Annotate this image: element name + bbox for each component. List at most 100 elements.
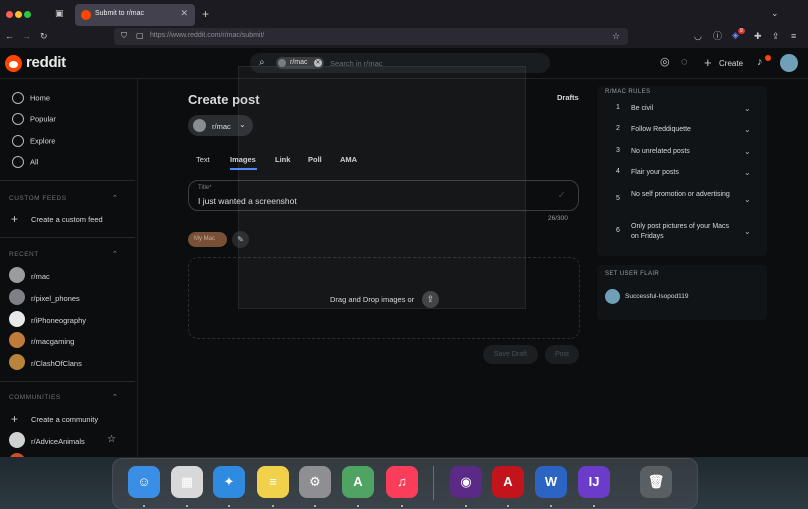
running-indicator	[314, 505, 316, 507]
tab-list-icon[interactable]: ⌄	[771, 9, 779, 18]
recent-item-iphoneography[interactable]: r/iPhoneography	[31, 316, 86, 325]
favorite-star-icon[interactable]: ☆	[107, 434, 116, 445]
music-glyph: ♫	[397, 474, 407, 489]
custom-feeds-header[interactable]: CUSTOM FEEDS ⌃	[9, 195, 118, 202]
firefox-icon[interactable]: ◉	[450, 466, 482, 498]
recent-item-mac[interactable]: r/mac	[31, 272, 50, 281]
sidebar-item-label: All	[30, 157, 39, 167]
maximize-window-button[interactable]	[24, 11, 31, 18]
chevron-down-icon: ⌄	[744, 147, 751, 156]
sidebar-item-explore[interactable]: Explore	[12, 135, 55, 147]
shield-icon[interactable]: ⛉	[121, 32, 127, 40]
running-indicator	[401, 505, 403, 507]
close-tab-icon[interactable]: ✕	[180, 8, 188, 19]
save-draft-button[interactable]: Save Draft	[483, 345, 538, 364]
sidebar-divider	[0, 180, 135, 181]
sidebar-item-popular[interactable]: Popular	[12, 113, 56, 125]
rule-text: No self promotion or advertising	[631, 191, 730, 198]
user-flair-heading: SET USER FLAIR	[605, 271, 660, 277]
community-item-adviceanimals[interactable]: r/AdviceAnimals	[31, 437, 85, 446]
extensions-icon[interactable]: ✚	[754, 32, 762, 41]
character-count: 26/300	[548, 215, 568, 222]
rule-number: 4	[616, 168, 620, 175]
close-window-button[interactable]	[6, 11, 13, 18]
pocket-icon[interactable]: ◡	[694, 32, 702, 41]
music-icon[interactable]: ♫	[386, 466, 418, 498]
new-tab-button[interactable]: +	[202, 8, 209, 20]
tab-overview-icon[interactable]: ▣	[55, 9, 64, 18]
system-settings-icon[interactable]: ⚙	[299, 466, 331, 498]
recent-item-pixel-phones[interactable]: r/pixel_phones	[31, 294, 80, 303]
back-icon[interactable]: ←	[5, 32, 14, 41]
section-title: COMMUNITIES	[9, 394, 61, 401]
intellij-icon[interactable]: IJ	[578, 466, 610, 498]
recent-item-clashofclans[interactable]: r/ClashOfClans	[31, 359, 82, 368]
notifications-icon[interactable]: ♪	[757, 57, 763, 68]
word-icon[interactable]: W	[535, 466, 567, 498]
avatar	[9, 332, 25, 348]
rule-number: 1	[616, 104, 620, 111]
rule-number: 6	[616, 227, 620, 234]
notes-icon[interactable]: ≡	[257, 466, 289, 498]
acrobat-icon[interactable]: A	[492, 466, 524, 498]
rule-text: No unrelated posts	[631, 148, 690, 155]
create-plus-icon[interactable]: +	[704, 56, 712, 69]
lock-icon[interactable]: ▢	[136, 32, 144, 40]
recent-item-macgaming[interactable]: r/macgaming	[31, 337, 74, 346]
reddit-logo-icon[interactable]	[5, 55, 22, 72]
running-indicator	[186, 505, 188, 507]
url-path: /r/mac/submit/	[220, 32, 265, 39]
create-community-link[interactable]: Create a community	[31, 415, 98, 424]
chat-icon[interactable]: ◌	[681, 57, 688, 68]
drafts-button[interactable]: Drafts	[557, 93, 579, 102]
checkmark-icon: ✓	[557, 190, 566, 201]
url-text[interactable]: https://www.reddit.com/r/mac/submit/	[150, 32, 264, 39]
chevron-up-icon: ⌃	[112, 251, 119, 258]
finder-glyph: ☺	[137, 474, 151, 489]
address-bar[interactable]: ⛉ ▢ https://www.reddit.com/r/mac/submit/…	[114, 28, 628, 45]
notification-dot	[765, 55, 771, 61]
rule-number: 3	[616, 147, 620, 154]
reddit-favicon-icon	[81, 10, 91, 20]
minimize-window-button[interactable]	[15, 11, 22, 18]
post-button[interactable]: Post	[545, 345, 579, 364]
extension-badge: 9	[738, 28, 745, 34]
advertise-icon[interactable]: ◎	[660, 57, 670, 68]
username[interactable]: Successful-Isopod119	[625, 293, 688, 300]
sidebar-item-label: Explore	[30, 136, 56, 146]
flair-label: My Mac	[194, 236, 215, 242]
flair-tag[interactable]: My Mac	[188, 232, 227, 247]
rule-text: Only post pictures of your Macs on Frida…	[631, 223, 730, 240]
recent-header[interactable]: RECENT ⌃	[9, 251, 118, 258]
maps-icon[interactable]: A	[342, 466, 374, 498]
trash-icon[interactable]: 🗑	[640, 466, 672, 498]
sidebar-item-all[interactable]: All	[12, 156, 38, 168]
bookmark-star-icon[interactable]: ☆	[612, 32, 620, 41]
user-avatar[interactable]	[780, 54, 798, 72]
running-indicator	[507, 505, 509, 507]
tab-text[interactable]: Text	[196, 155, 210, 164]
launchpad-icon[interactable]: ▦	[171, 466, 203, 498]
create-custom-feed-link[interactable]: Create a custom feed	[31, 215, 103, 224]
info-icon[interactable]: ⓘ	[713, 32, 722, 41]
reddit-wordmark[interactable]: reddit	[26, 54, 66, 71]
browser-tab[interactable]: Submit to r/mac ✕	[75, 4, 195, 26]
chevron-up-icon: ⌃	[112, 394, 119, 401]
sidebar-item-home[interactable]: Home	[12, 92, 50, 104]
menu-icon[interactable]: ≡	[791, 32, 796, 41]
safari-icon[interactable]: ✦	[213, 466, 245, 498]
share-icon[interactable]: ⇪	[772, 32, 780, 41]
avatar	[9, 354, 25, 370]
running-indicator	[272, 505, 274, 507]
communities-header[interactable]: COMMUNITIES ⌃	[9, 394, 118, 401]
trash-glyph: 🗑	[647, 474, 665, 489]
forward-icon[interactable]: →	[22, 32, 31, 41]
create-button[interactable]: Create	[719, 59, 743, 68]
section-title: CUSTOM FEEDS	[9, 195, 67, 202]
chevron-down-icon: ⌄	[744, 195, 751, 204]
search-scope-label: r/mac	[290, 59, 308, 66]
reload-icon[interactable]: ↻	[40, 32, 48, 41]
finder-icon[interactable]: ☺	[128, 466, 160, 498]
chevron-up-icon: ⌃	[112, 195, 119, 202]
tab-title: Submit to r/mac	[95, 10, 145, 17]
